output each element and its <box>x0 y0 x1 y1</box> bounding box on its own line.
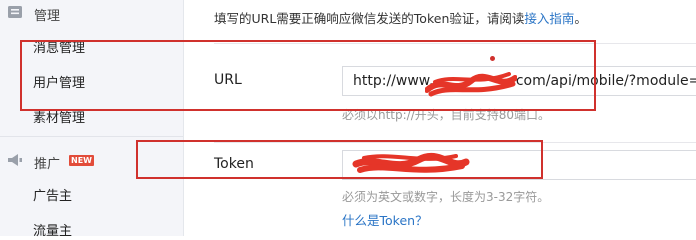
sidebar-section-manage: 管理 <box>0 0 183 28</box>
megaphone-icon <box>8 154 22 166</box>
sidebar: 管理 消息管理 用户管理 素材管理 推广 NEW 广告主 流量主 <box>0 0 184 239</box>
sidebar-section-promote-label: 推广 <box>34 157 61 172</box>
notice-suffix: 。 <box>574 11 587 26</box>
redaction-scribble-token <box>352 152 470 173</box>
sidebar-section-manage-label: 管理 <box>34 9 61 24</box>
sidebar-divider <box>0 136 183 137</box>
redaction-scribble-url <box>425 72 517 97</box>
notice-message: 填写的URL需要正确响应微信发送的Token验证，请阅读 <box>214 11 525 26</box>
annotation-dot <box>490 56 495 61</box>
manage-icon <box>8 6 22 18</box>
main-content: 填写的URL需要正确响应微信发送的Token验证，请阅读接入指南。 URL ht… <box>184 0 696 236</box>
access-guide-link[interactable]: 接入指南 <box>524 11 574 26</box>
sidebar-item-traffic-owner[interactable]: 流量主 <box>33 220 72 239</box>
notice-text: 填写的URL需要正确响应微信发送的Token验证，请阅读接入指南。 <box>214 8 587 27</box>
token-hint: 必须为英文或数字，长度为3-32字符。 <box>342 190 550 204</box>
annotation-box-token <box>136 140 543 179</box>
new-badge: NEW <box>69 155 94 166</box>
what-is-token-link[interactable]: 什么是Token？ <box>342 210 428 229</box>
sidebar-item-advertiser[interactable]: 广告主 <box>33 185 72 204</box>
